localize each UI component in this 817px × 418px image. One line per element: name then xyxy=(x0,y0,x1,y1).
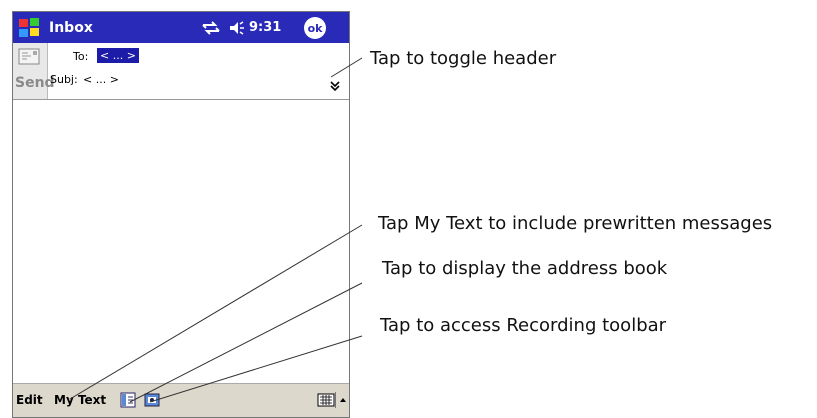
ok-button[interactable]: ok xyxy=(304,17,326,39)
message-header: Send To: < ... > Subj: < ... > xyxy=(13,43,349,100)
title-bar: Inbox 9:31 ok xyxy=(13,12,349,43)
to-field[interactable]: < ... > xyxy=(97,48,139,63)
clock[interactable]: 9:31 xyxy=(249,20,281,35)
callout-my-text: Tap My Text to include prewritten messag… xyxy=(378,213,773,234)
volume-icon[interactable] xyxy=(227,18,247,38)
to-label: To: xyxy=(73,50,89,63)
send-button[interactable]: Send xyxy=(13,43,55,99)
double-chevron-down-icon[interactable] xyxy=(329,80,341,92)
windows-start-icon[interactable] xyxy=(15,14,43,41)
subject-label: Subj: xyxy=(50,73,78,86)
up-arrow-icon[interactable] xyxy=(335,392,350,408)
callout-recording: Tap to access Recording toolbar xyxy=(380,315,667,336)
edit-menu[interactable]: Edit xyxy=(16,393,43,407)
message-body[interactable] xyxy=(13,100,349,382)
pda-screen: Inbox 9:31 ok Send To: < ... > Subj: < .… xyxy=(12,11,350,418)
app-title[interactable]: Inbox xyxy=(49,20,93,36)
keyboard-icon[interactable] xyxy=(317,393,335,407)
envelope-icon xyxy=(18,48,40,65)
subject-field[interactable]: < ... > xyxy=(83,73,119,86)
send-label: Send xyxy=(15,75,55,91)
callout-toggle-header: Tap to toggle header xyxy=(370,48,557,69)
address-book-icon[interactable] xyxy=(120,392,136,408)
callout-address-book: Tap to display the address book xyxy=(382,258,668,279)
sync-icon[interactable] xyxy=(200,18,222,38)
menu-bar: Edit My Text xyxy=(13,383,349,417)
mytext-menu[interactable]: My Text xyxy=(54,393,106,407)
recording-icon[interactable] xyxy=(144,393,160,407)
